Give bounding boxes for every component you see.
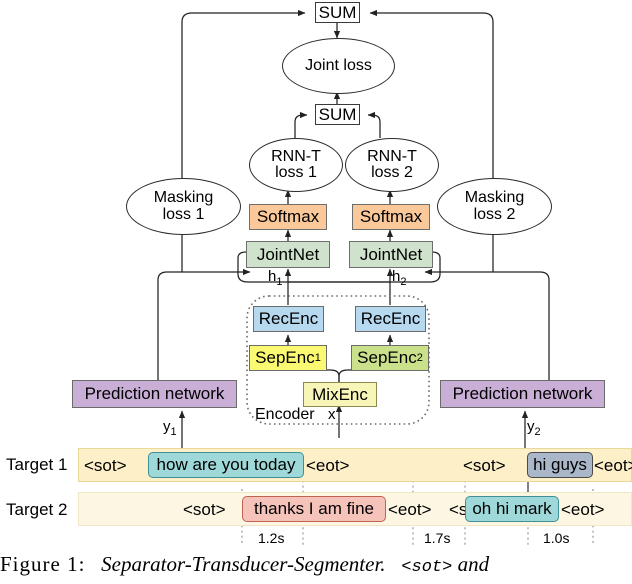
h2-subscript: 2	[400, 276, 407, 288]
h1-label: h1	[268, 268, 282, 288]
duration-2: 1.7s	[424, 530, 451, 546]
target-1-row-label: Target 1	[6, 455, 68, 474]
softmax-2-label: Softmax	[359, 207, 423, 226]
joint-loss-label: Joint loss	[305, 56, 372, 74]
prediction-network-2-label: Prediction network	[452, 384, 593, 403]
softmax-1-label: Softmax	[256, 207, 320, 226]
rnnt-loss-2-ellipse: RNN-T loss 2	[345, 138, 439, 192]
target-1-eot-2: <eot>	[594, 456, 632, 475]
target-2-row-label: Target 2	[6, 500, 68, 519]
target-1-chip-2: hi guys	[527, 452, 593, 478]
masking-loss-1-line2: loss 1	[162, 205, 205, 223]
target-2-eot-2: <eot>	[561, 500, 605, 519]
joint-loss-ellipse: Joint loss	[282, 38, 395, 94]
mixenc-box: MixEnc	[303, 382, 377, 407]
target-2-sot-1: <sot>	[183, 500, 226, 519]
sum-top-label: SUM	[318, 2, 357, 22]
target-2-chip-1: thanks I am fine	[242, 496, 386, 522]
y2-base: y	[527, 418, 535, 435]
target-2-chip-2-label: oh hi mark	[472, 499, 552, 518]
rnnt-loss-1-line2: loss 1	[275, 164, 317, 181]
target-1-sot-2: <sot>	[463, 456, 506, 475]
target-1-sot-1: <sot>	[84, 456, 127, 475]
sepenc-1-label: SepEnc	[255, 348, 315, 367]
rnnt-loss-1-ellipse: RNN-T loss 1	[249, 138, 343, 192]
target-1-chip-1-label: how are you today	[156, 455, 296, 474]
caption-token: <sot>	[401, 558, 453, 577]
caption-figure-number: Figure 1:	[0, 552, 86, 576]
rnnt-loss-2-line1: RNN-T	[367, 147, 417, 165]
duration-3: 1.0s	[543, 530, 570, 546]
caption-trailing: and	[457, 552, 490, 576]
figure-caption: Figure 1: Separator-Transducer-Segmenter…	[0, 552, 632, 577]
jointnet-1-box: JointNet	[246, 241, 330, 268]
sum-top-box: SUM	[315, 2, 360, 23]
mixenc-label: MixEnc	[312, 384, 368, 404]
target-1-chip-2-label: hi guys	[533, 455, 587, 474]
masking-loss-1-line1: Masking	[153, 189, 214, 207]
target-2-eot-1: <eot>	[388, 500, 432, 519]
prediction-network-1-box: Prediction network	[72, 380, 237, 408]
sum-mid-label: SUM	[318, 104, 357, 124]
caption-title: Separator-Transducer-Segmenter.	[101, 552, 386, 576]
sepenc-2-subscript: 2	[416, 352, 423, 364]
prediction-network-2-box: Prediction network	[440, 380, 605, 408]
x-label: x	[328, 406, 336, 423]
h2-label: h2	[392, 268, 406, 288]
duration-1: 1.2s	[258, 530, 285, 546]
sepenc-2-box: SepEnc 2	[351, 345, 429, 371]
target-1-eot-1: <eot>	[306, 456, 350, 475]
masking-loss-1-ellipse: Masking loss 1	[126, 178, 241, 235]
prediction-network-1-label: Prediction network	[84, 384, 225, 403]
sepenc-2-label: SepEnc	[357, 348, 417, 367]
recenc-2-box: RecEnc	[355, 306, 426, 332]
jointnet-2-label: JointNet	[359, 244, 423, 264]
jointnet-2-box: JointNet	[349, 241, 433, 268]
h1-subscript: 1	[276, 276, 283, 288]
y1-subscript: 1	[170, 426, 177, 438]
y1-label: y1	[163, 418, 177, 438]
jointnet-1-label: JointNet	[256, 244, 320, 264]
recenc-1-label: RecEnc	[258, 309, 319, 328]
rnnt-loss-2-line2: loss 2	[371, 164, 413, 181]
masking-loss-2-ellipse: Masking loss 2	[437, 178, 552, 235]
figure-diagram: SUM SUM Softmax Softmax JointNet JointNe…	[0, 0, 632, 584]
sepenc-1-subscript: 1	[314, 352, 321, 364]
rnnt-loss-1-line1: RNN-T	[271, 147, 321, 165]
target-1-chip-1: how are you today	[148, 452, 304, 478]
masking-loss-2-line2: loss 2	[473, 205, 516, 223]
masking-loss-2-line1: Masking	[464, 189, 525, 207]
target-2-chip-2: oh hi mark	[465, 496, 559, 522]
encoder-label: Encoder	[255, 406, 315, 423]
y2-label: y2	[527, 418, 541, 438]
y2-subscript: 2	[534, 426, 541, 438]
recenc-2-label: RecEnc	[360, 309, 421, 328]
sepenc-1-box: SepEnc 1	[249, 345, 327, 371]
target-2-chip-1-label: thanks I am fine	[253, 499, 374, 518]
sum-mid-box: SUM	[315, 104, 360, 125]
recenc-1-box: RecEnc	[253, 306, 324, 332]
y1-base: y	[163, 418, 171, 435]
softmax-1-box: Softmax	[249, 204, 327, 230]
softmax-2-box: Softmax	[352, 204, 430, 230]
